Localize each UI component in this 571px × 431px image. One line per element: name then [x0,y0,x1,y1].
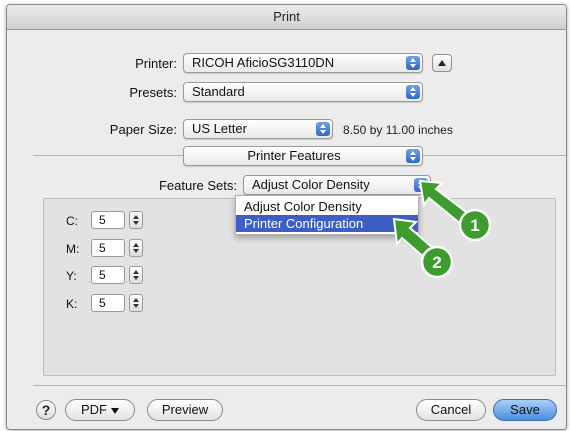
paper-dimensions: 8.50 by 11.00 inches [343,123,453,137]
cyan-label: C: [66,214,78,228]
feature-sets-popup[interactable]: Adjust Color Density [243,175,431,195]
magenta-label: M: [66,242,80,256]
pdf-label: PDF [81,402,107,417]
preview-button[interactable]: Preview [147,399,223,421]
popup-arrows-icon [406,85,420,99]
pdf-dropdown-icon [111,407,119,414]
magenta-field[interactable]: 5 [91,239,125,257]
help-button[interactable]: ? [36,400,56,420]
title-bar: Print [7,5,566,30]
menu-item-adjust-color-density[interactable]: Adjust Color Density [236,198,418,215]
window-title: Print [273,9,300,24]
printer-label: Printer: [135,56,177,71]
section-value: Printer Features [247,148,341,163]
paper-size-value: US Letter [192,121,247,136]
callout-number-1: 1 [470,216,479,235]
yellow-label: Y: [66,269,77,283]
disclosure-up-button[interactable] [432,54,452,72]
black-label: K: [66,297,78,311]
paper-size-popup[interactable]: US Letter [183,119,333,139]
stepper-arrows-icon[interactable] [129,211,143,229]
black-field[interactable]: 5 [91,294,125,312]
footer-divider [33,385,566,386]
paper-size-label: Paper Size: [109,122,177,137]
printer-popup[interactable]: RICOH AficioSG3110DN [183,53,423,73]
magenta-value: 5 [99,241,106,255]
save-button[interactable]: Save [493,399,557,421]
print-dialog: Print Printer: RICOH AficioSG3110DN Pres… [6,4,567,430]
stepper-arrows-icon[interactable] [129,239,143,257]
feature-sets-value: Adjust Color Density [252,177,370,192]
presets-label: Presets: [129,85,177,100]
stepper-arrows-icon[interactable] [129,294,143,312]
section-popup[interactable]: Printer Features [183,146,423,166]
cancel-button[interactable]: Cancel [416,399,486,421]
pdf-button[interactable]: PDF [65,399,135,421]
magenta-stepper[interactable]: 5 [91,239,147,257]
black-value: 5 [99,296,106,310]
popup-arrows-icon [406,56,420,70]
presets-popup[interactable]: Standard [183,82,423,102]
cyan-stepper[interactable]: 5 [91,211,147,229]
black-stepper[interactable]: 5 [91,294,147,312]
cyan-field[interactable]: 5 [91,211,125,229]
presets-value: Standard [192,84,245,99]
cyan-value: 5 [99,213,106,227]
printer-value: RICOH AficioSG3110DN [192,55,335,70]
callout-arrow-2: 2 [392,217,454,279]
stepper-arrows-icon[interactable] [129,266,143,284]
yellow-field[interactable]: 5 [91,266,125,284]
feature-sets-label: Feature Sets: [158,178,237,193]
popup-arrows-icon [406,149,420,163]
callout-number-2: 2 [432,253,441,272]
yellow-value: 5 [99,268,106,282]
popup-arrows-icon [316,122,330,136]
yellow-stepper[interactable]: 5 [91,266,147,284]
